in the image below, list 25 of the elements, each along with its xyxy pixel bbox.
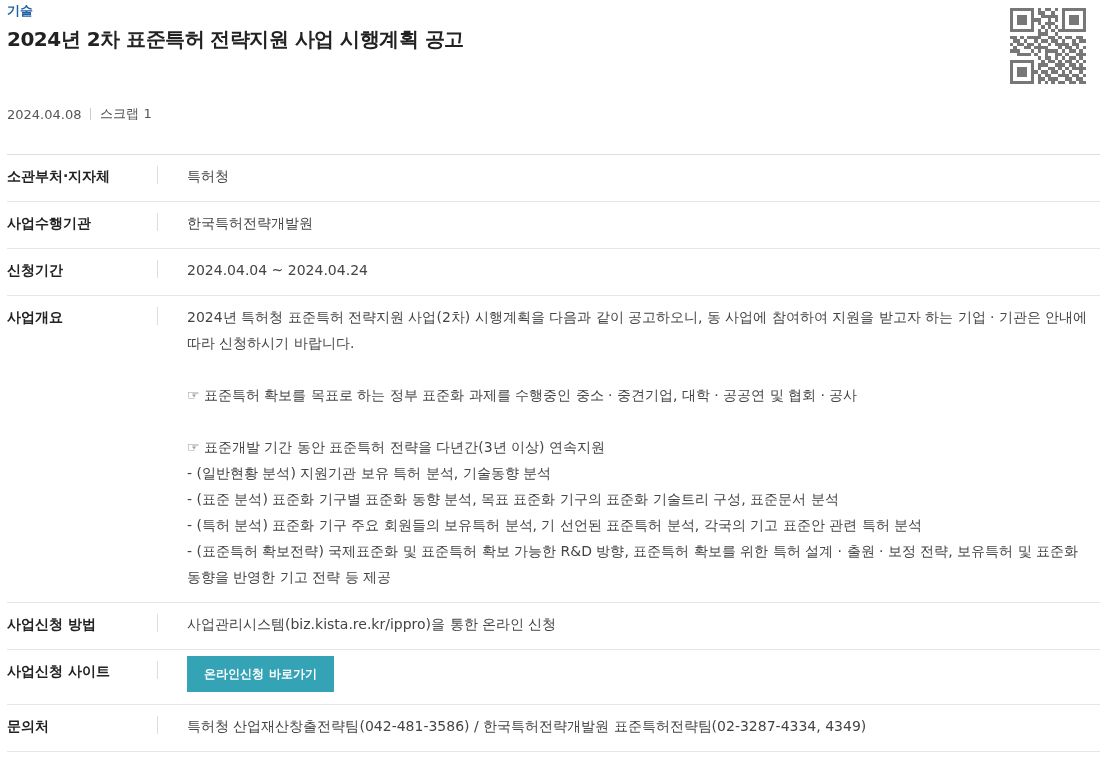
- qr-code-icon: [1010, 8, 1086, 84]
- field-value: - (표준 분석) 표준화 기구별 표준화 동향 분석, 목표 표준화 기구의 표준화 기술트리 구성, 표준문서 분석: [187, 490, 840, 509]
- field-value: 특허청: [187, 167, 230, 186]
- field-value: - (표준특허 확보전략) 국제표준화 및 표준특허 확보 가능한 R&D 방향, 표준특허 확보를 위한 특허 설계 · 출원 · 보정 전략, 보유특허 및 표준화 동향을 반영한 기고 전략 등 제공: [187, 542, 1080, 587]
- apply-online-button[interactable]: 온라인신청 바로가기: [187, 656, 334, 692]
- field-label: 신청기간: [7, 260, 158, 278]
- field-label: 사업수행기관: [7, 213, 158, 231]
- field-value: ☞ 표준개발 기간 동안 표준특허 전략을 다년간(3년 이상) 연속지원: [187, 438, 606, 457]
- post-date: 2024.04.08: [7, 106, 82, 122]
- field-value: ☞ 표준특허 확보를 목표로 하는 정부 표준화 과제를 수행중인 중소 · 중견기업, 대학 · 공공연 및 협회 · 공사: [187, 386, 859, 405]
- page-title: 2024년 2차 표준특허 전략지원 사업 시행계획 공고: [7, 26, 464, 53]
- field-label: 문의처: [7, 716, 158, 734]
- field-value: - (일반현황 분석) 지원기관 보유 특허 분석, 기술동향 분석: [187, 464, 553, 483]
- field-value: 2024.04.04 ~ 2024.04.24: [187, 261, 369, 280]
- field-label: 소관부처·지자체: [7, 166, 158, 184]
- field-value: 특허청 산업재산창출전략팀(042-481-3586) / 한국특허전략개발원 표준특허전략팀(02-3287-4334, 4349): [187, 717, 868, 736]
- field-label: 사업신청 방법: [7, 614, 158, 632]
- field-label: 사업신청 사이트: [7, 661, 158, 679]
- field-value: 사업관리시스템(biz.kista.re.kr/ippro)을 통한 온라인 신청: [187, 615, 558, 634]
- field-value: - (특허 분석) 표준화 기구 주요 회원들의 보유특허 분석, 기 선언된 표준특허 분석, 각국의 기고 표준안 관련 특허 분석: [187, 516, 923, 535]
- scrap-count: 스크랩 1: [100, 105, 152, 123]
- field-value: 한국특허전략개발원: [187, 214, 314, 233]
- category-label: 기술: [7, 2, 33, 20]
- field-label: 사업개요: [7, 307, 158, 325]
- field-value: 2024년 특허청 표준특허 전략지원 사업(2차) 시행계획을 다음과 같이 공고하오니, 동 사업에 참여하여 지원을 받고자 하는 기업 · 기관은 안내에 따라 신청하시기 바랍니다.: [187, 308, 1089, 353]
